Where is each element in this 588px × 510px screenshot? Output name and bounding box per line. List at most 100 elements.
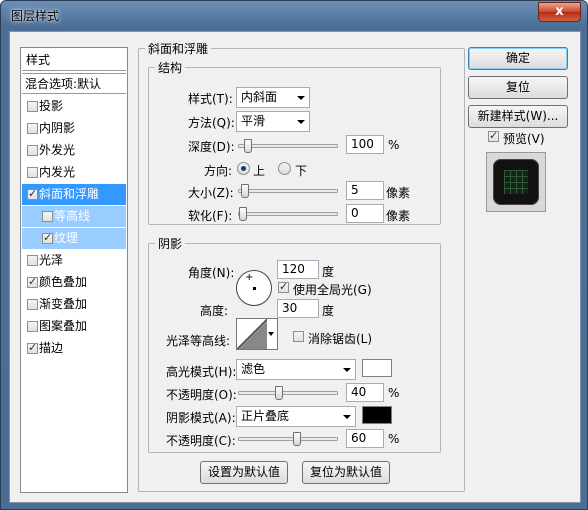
soften-input[interactable]: 0 bbox=[346, 204, 384, 223]
ok-button[interactable]: 确定 bbox=[468, 47, 568, 70]
direction-down-label[interactable]: 下 bbox=[295, 162, 307, 179]
depth-input[interactable]: 100 bbox=[346, 135, 384, 154]
shadow-opacity-unit: % bbox=[388, 432, 400, 446]
shadow-opacity-slider[interactable] bbox=[238, 432, 338, 446]
style-item-2[interactable]: 外发光 bbox=[22, 140, 126, 161]
direction-up-radio[interactable] bbox=[237, 162, 250, 175]
angle-label: 角度(N): bbox=[188, 266, 235, 280]
antialias-checkbox[interactable] bbox=[293, 331, 304, 342]
shadow-mode-dropdown[interactable]: 正片叠底 bbox=[236, 406, 356, 427]
technique-dropdown[interactable]: 平滑 bbox=[236, 111, 310, 132]
style-item-label: 颜色叠加 bbox=[39, 275, 88, 289]
soften-unit: 像素 bbox=[386, 209, 411, 223]
depth-unit: % bbox=[388, 138, 400, 152]
style-item-4[interactable]: 斜面和浮雕 bbox=[22, 184, 126, 205]
direction-down-radio[interactable] bbox=[278, 162, 291, 175]
shadow-color-swatch[interactable] bbox=[362, 406, 392, 424]
chevron-down-icon[interactable] bbox=[268, 332, 274, 336]
style-item-checkbox[interactable] bbox=[27, 123, 38, 134]
preview-checkbox[interactable] bbox=[488, 129, 499, 143]
style-item-checkbox[interactable] bbox=[27, 101, 38, 112]
shadow-mode-value: 正片叠底 bbox=[241, 409, 290, 423]
style-item-checkbox[interactable] bbox=[27, 275, 38, 289]
style-item-6[interactable]: 纹理 bbox=[22, 228, 126, 249]
style-item-checkbox[interactable] bbox=[27, 187, 38, 201]
direction-up-label[interactable]: 上 bbox=[253, 162, 265, 179]
global-light-checkbox[interactable] bbox=[278, 280, 289, 294]
bevel-emboss-title: 斜面和浮雕 bbox=[148, 42, 209, 56]
make-default-button[interactable]: 设置为默认值 bbox=[200, 461, 288, 484]
title-bar[interactable]: 图层样式 x bbox=[1, 1, 587, 31]
reset-button[interactable]: 复位 bbox=[468, 76, 568, 99]
shadow-opacity-input[interactable]: 60 bbox=[346, 429, 384, 448]
depth-label: 深度(D): bbox=[188, 140, 235, 154]
style-item-checkbox[interactable] bbox=[27, 321, 38, 332]
global-light-label[interactable]: 使用全局光(G) bbox=[293, 281, 372, 298]
style-item-checkbox[interactable] bbox=[42, 211, 53, 222]
style-item-3[interactable]: 内发光 bbox=[22, 162, 126, 183]
chevron-down-icon bbox=[297, 96, 305, 100]
antialias-label[interactable]: 消除锯齿(L) bbox=[308, 330, 372, 347]
soften-slider[interactable] bbox=[238, 207, 338, 221]
highlight-mode-label: 高光模式(H): bbox=[166, 365, 237, 379]
style-list: 样式 混合选项:默认 投影内阴影外发光内发光斜面和浮雕等高线纹理光泽颜色叠加渐变… bbox=[20, 47, 128, 493]
style-item-checkbox[interactable] bbox=[42, 231, 53, 245]
chevron-down-icon bbox=[297, 120, 305, 124]
style-item-checkbox[interactable] bbox=[27, 341, 38, 355]
style-item-checkbox[interactable] bbox=[27, 255, 38, 266]
highlight-opacity-input[interactable]: 40 bbox=[346, 383, 384, 402]
highlight-mode-dropdown[interactable]: 滤色 bbox=[236, 359, 356, 380]
angle-unit: 度 bbox=[322, 265, 335, 279]
reset-to-default-button[interactable]: 复位为默认值 bbox=[302, 461, 390, 484]
close-button[interactable]: x bbox=[538, 2, 581, 22]
style-item-9[interactable]: 渐变叠加 bbox=[22, 294, 126, 315]
shadow-mode-label: 阴影模式(A): bbox=[166, 411, 236, 425]
shadow-opacity-thumb[interactable] bbox=[293, 432, 301, 446]
style-item-5[interactable]: 等高线 bbox=[22, 206, 126, 227]
new-style-button[interactable]: 新建样式(W)... bbox=[468, 105, 568, 128]
contour-icon bbox=[237, 319, 267, 349]
bevel-style-dropdown[interactable]: 内斜面 bbox=[236, 87, 310, 108]
angle-input[interactable]: 120 bbox=[277, 260, 319, 279]
chevron-down-icon bbox=[343, 415, 351, 419]
highlight-opacity-slider[interactable] bbox=[238, 386, 338, 400]
angle-dial[interactable]: + bbox=[236, 270, 272, 306]
highlight-opacity-thumb[interactable] bbox=[275, 386, 283, 400]
size-slider-thumb[interactable] bbox=[241, 184, 249, 198]
size-input[interactable]: 5 bbox=[346, 181, 384, 200]
preview-label[interactable]: 预览(V) bbox=[503, 130, 545, 147]
style-item-checkbox[interactable] bbox=[27, 299, 38, 310]
style-item-0[interactable]: 投影 bbox=[22, 96, 126, 117]
size-slider[interactable] bbox=[238, 184, 338, 198]
style-item-checkbox[interactable] bbox=[27, 167, 38, 178]
soften-slider-thumb[interactable] bbox=[239, 207, 247, 221]
style-item-10[interactable]: 图案叠加 bbox=[22, 316, 126, 337]
bevel-style-value: 内斜面 bbox=[241, 90, 278, 104]
style-item-checkbox[interactable] bbox=[27, 145, 38, 156]
style-item-1[interactable]: 内阴影 bbox=[22, 118, 126, 139]
style-list-header[interactable]: 样式 bbox=[22, 50, 126, 71]
style-item-label: 图案叠加 bbox=[39, 319, 88, 333]
gloss-contour-label: 光泽等高线: bbox=[166, 334, 231, 348]
style-preview-thumbnail bbox=[486, 152, 546, 212]
gloss-contour-picker[interactable] bbox=[236, 318, 278, 350]
layer-style-dialog: 图层样式 x 样式 混合选项:默认 投影内阴影外发光内发光斜面和浮雕等高线纹理光… bbox=[0, 0, 588, 510]
style-item-label: 纹理 bbox=[54, 231, 79, 245]
style-item-11[interactable]: 描边 bbox=[22, 338, 126, 359]
technique-value: 平滑 bbox=[241, 114, 266, 128]
depth-slider-thumb[interactable] bbox=[244, 139, 252, 153]
dial-center-dot bbox=[253, 287, 256, 290]
preview-texture bbox=[504, 170, 528, 194]
window-title: 图层样式 bbox=[11, 9, 60, 23]
direction-label: 方向: bbox=[204, 164, 233, 178]
style-item-7[interactable]: 光泽 bbox=[22, 250, 126, 271]
style-item-label: 渐变叠加 bbox=[39, 297, 88, 311]
highlight-color-swatch[interactable] bbox=[362, 359, 392, 377]
depth-slider[interactable] bbox=[238, 139, 338, 153]
blend-options-item[interactable]: 混合选项:默认 bbox=[22, 73, 126, 94]
style-item-8[interactable]: 颜色叠加 bbox=[22, 272, 126, 293]
altitude-input[interactable]: 30 bbox=[277, 299, 319, 318]
style-item-label: 投影 bbox=[39, 99, 64, 113]
style-item-label: 描边 bbox=[39, 341, 64, 355]
style-item-label: 光泽 bbox=[39, 253, 64, 267]
